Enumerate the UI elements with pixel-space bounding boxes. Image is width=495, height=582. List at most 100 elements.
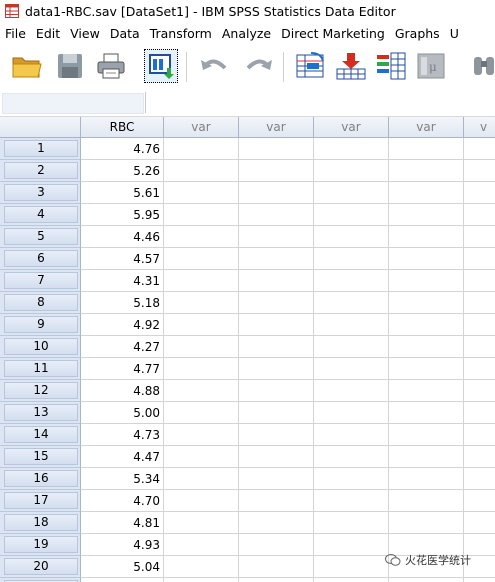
cell-empty[interactable] bbox=[464, 160, 495, 182]
cell-empty[interactable] bbox=[314, 226, 389, 248]
menu-edit[interactable]: Edit bbox=[31, 26, 65, 41]
cell-empty[interactable] bbox=[389, 490, 464, 512]
cell-reference-box[interactable] bbox=[2, 93, 144, 114]
column-header-var[interactable]: var bbox=[314, 117, 389, 138]
row-header[interactable]: 21 bbox=[0, 578, 81, 582]
cell-empty[interactable] bbox=[164, 292, 239, 314]
cell-empty[interactable] bbox=[239, 578, 314, 582]
cell-empty[interactable] bbox=[464, 490, 495, 512]
cell-rbc[interactable]: 5.04 bbox=[81, 556, 164, 578]
cell-empty[interactable] bbox=[239, 402, 314, 424]
cell-rbc[interactable]: 4.76 bbox=[81, 138, 164, 160]
column-header-var[interactable]: var bbox=[239, 117, 314, 138]
redo-icon[interactable] bbox=[242, 49, 276, 83]
cell-empty[interactable] bbox=[239, 336, 314, 358]
cell-empty[interactable] bbox=[164, 314, 239, 336]
cell-empty[interactable] bbox=[239, 534, 314, 556]
cell-empty[interactable] bbox=[314, 556, 389, 578]
cell-empty[interactable] bbox=[464, 138, 495, 160]
cell-empty[interactable] bbox=[389, 578, 464, 582]
row-header[interactable]: 11 bbox=[0, 358, 81, 380]
menu-transform[interactable]: Transform bbox=[145, 26, 217, 41]
cell-rbc[interactable]: 4.31 bbox=[81, 270, 164, 292]
cell-empty[interactable] bbox=[389, 512, 464, 534]
cell-empty[interactable] bbox=[389, 314, 464, 336]
cell-rbc[interactable]: 4.73 bbox=[81, 424, 164, 446]
cell-empty[interactable] bbox=[389, 336, 464, 358]
cell-empty[interactable] bbox=[314, 402, 389, 424]
cell-empty[interactable] bbox=[239, 358, 314, 380]
print-icon[interactable] bbox=[94, 49, 128, 83]
cell-empty[interactable] bbox=[239, 556, 314, 578]
cell-empty[interactable] bbox=[464, 380, 495, 402]
cell-rbc[interactable]: 4.57 bbox=[81, 248, 164, 270]
cell-empty[interactable] bbox=[239, 446, 314, 468]
cell-empty[interactable] bbox=[314, 468, 389, 490]
cell-empty[interactable] bbox=[314, 160, 389, 182]
row-header[interactable]: 6 bbox=[0, 248, 81, 270]
row-header[interactable]: 16 bbox=[0, 468, 81, 490]
row-header[interactable]: 19 bbox=[0, 534, 81, 556]
cell-empty[interactable] bbox=[464, 226, 495, 248]
cell-empty[interactable] bbox=[464, 248, 495, 270]
cell-rbc[interactable]: 4.27 bbox=[81, 336, 164, 358]
cell-empty[interactable] bbox=[239, 160, 314, 182]
cell-rbc[interactable]: 5.34 bbox=[81, 468, 164, 490]
cell-empty[interactable] bbox=[314, 138, 389, 160]
menu-u[interactable]: U bbox=[445, 26, 464, 41]
cell-empty[interactable] bbox=[464, 402, 495, 424]
cell-empty[interactable] bbox=[164, 204, 239, 226]
undo-icon[interactable] bbox=[197, 49, 231, 83]
cell-rbc[interactable]: 5.18 bbox=[81, 292, 164, 314]
cell-empty[interactable] bbox=[239, 248, 314, 270]
cell-empty[interactable] bbox=[239, 292, 314, 314]
cell-empty[interactable] bbox=[164, 182, 239, 204]
cell-empty[interactable] bbox=[464, 182, 495, 204]
cell-rbc[interactable] bbox=[81, 578, 164, 582]
run-descriptives-icon[interactable]: μ bbox=[414, 49, 448, 83]
row-header[interactable]: 18 bbox=[0, 512, 81, 534]
cell-empty[interactable] bbox=[164, 160, 239, 182]
cell-empty[interactable] bbox=[239, 490, 314, 512]
cell-empty[interactable] bbox=[389, 204, 464, 226]
cell-empty[interactable] bbox=[239, 138, 314, 160]
cell-empty[interactable] bbox=[464, 358, 495, 380]
cell-rbc[interactable]: 4.46 bbox=[81, 226, 164, 248]
cell-empty[interactable] bbox=[389, 380, 464, 402]
cell-empty[interactable] bbox=[464, 292, 495, 314]
cell-empty[interactable] bbox=[314, 204, 389, 226]
cell-empty[interactable] bbox=[389, 446, 464, 468]
row-header[interactable]: 20 bbox=[0, 556, 81, 578]
cell-rbc[interactable]: 5.61 bbox=[81, 182, 164, 204]
menu-file[interactable]: File bbox=[0, 26, 31, 41]
cell-empty[interactable] bbox=[164, 446, 239, 468]
row-header[interactable]: 3 bbox=[0, 182, 81, 204]
cell-rbc[interactable]: 5.26 bbox=[81, 160, 164, 182]
row-header[interactable]: 2 bbox=[0, 160, 81, 182]
menu-data[interactable]: Data bbox=[105, 26, 145, 41]
cell-empty[interactable] bbox=[164, 380, 239, 402]
cell-empty[interactable] bbox=[314, 182, 389, 204]
row-header[interactable]: 12 bbox=[0, 380, 81, 402]
cell-empty[interactable] bbox=[314, 314, 389, 336]
cell-empty[interactable] bbox=[389, 248, 464, 270]
cell-empty[interactable] bbox=[314, 578, 389, 582]
cell-empty[interactable] bbox=[389, 270, 464, 292]
cell-rbc[interactable]: 4.70 bbox=[81, 490, 164, 512]
grid-corner[interactable] bbox=[0, 117, 81, 138]
cell-empty[interactable] bbox=[239, 182, 314, 204]
row-header[interactable]: 8 bbox=[0, 292, 81, 314]
cell-empty[interactable] bbox=[389, 402, 464, 424]
cell-empty[interactable] bbox=[314, 336, 389, 358]
cell-rbc[interactable]: 5.95 bbox=[81, 204, 164, 226]
cell-empty[interactable] bbox=[239, 226, 314, 248]
cell-empty[interactable] bbox=[314, 248, 389, 270]
cell-empty[interactable] bbox=[239, 204, 314, 226]
cell-empty[interactable] bbox=[164, 402, 239, 424]
cell-empty[interactable] bbox=[164, 556, 239, 578]
row-header[interactable]: 1 bbox=[0, 138, 81, 160]
cell-empty[interactable] bbox=[164, 358, 239, 380]
menu-view[interactable]: View bbox=[65, 26, 105, 41]
cell-empty[interactable] bbox=[314, 534, 389, 556]
cell-empty[interactable] bbox=[389, 160, 464, 182]
